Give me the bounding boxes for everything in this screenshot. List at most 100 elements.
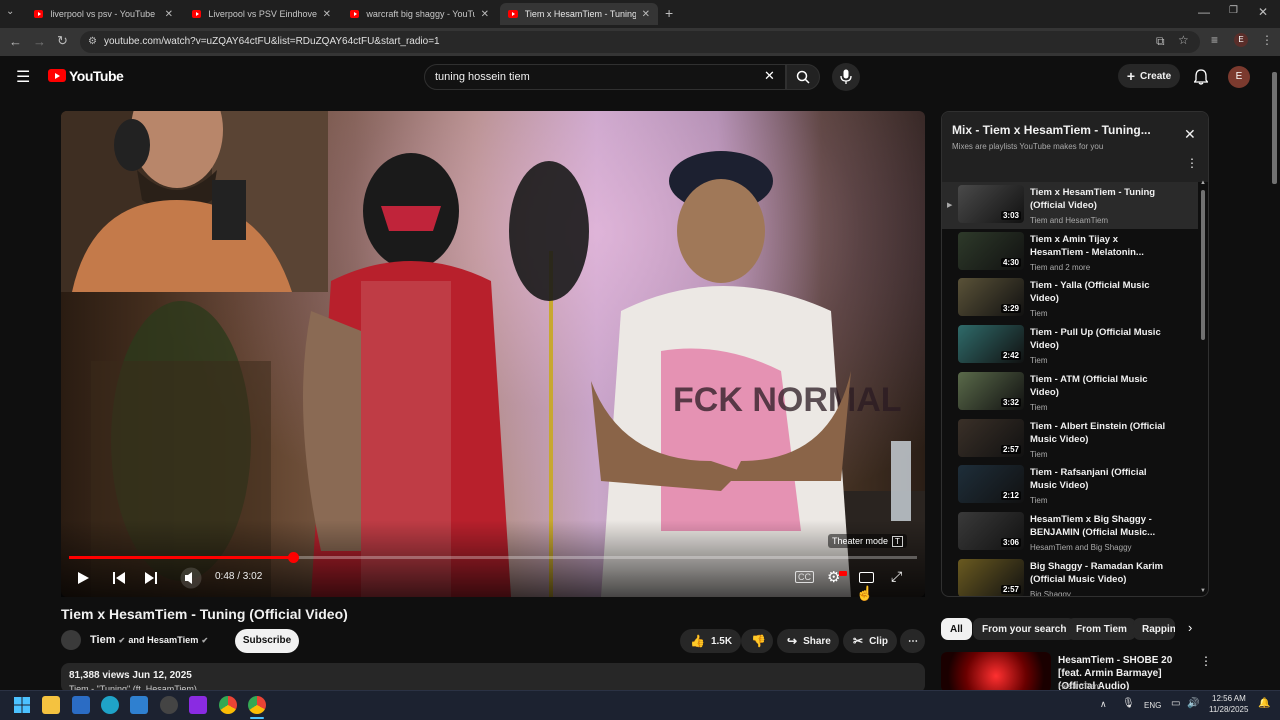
- install-app-icon[interactable]: ⧉: [1156, 34, 1165, 49]
- site-info-icon[interactable]: ⚙: [88, 36, 97, 47]
- playlist-thumbnail[interactable]: 2:57: [958, 418, 1024, 457]
- chrome-active-icon[interactable]: [248, 696, 266, 714]
- chips-next-icon[interactable]: ›: [1188, 620, 1192, 635]
- playlist-item[interactable]: 3:06 HesamTiem x Big Shaggy - BENJAMIN (O…: [942, 509, 1198, 556]
- tab-1[interactable]: Liverpool vs PSV Eindhoven 1-4✕: [184, 3, 339, 25]
- media-controls-icon[interactable]: ≡: [1211, 33, 1218, 47]
- visual-studio-code-icon[interactable]: [130, 696, 148, 714]
- account-avatar[interactable]: E: [1228, 66, 1250, 88]
- play-icon[interactable]: [76, 571, 90, 585]
- github-desktop-icon[interactable]: [160, 696, 178, 714]
- tab-3[interactable]: Tiem x HesamTiem - Tuning (O✕: [500, 3, 658, 25]
- playlist-item[interactable]: 2:57 Big Shaggy - Ramadan Karim (Official…: [942, 556, 1198, 596]
- recommended-thumbnail[interactable]: [941, 652, 1051, 692]
- voice-search-button[interactable]: [832, 63, 860, 91]
- channel-avatar[interactable]: [61, 630, 81, 650]
- playlist-item[interactable]: 2:42 Tiem - Pull Up (Official Music Video…: [942, 322, 1198, 369]
- playlist-thumbnail[interactable]: 3:29: [958, 278, 1024, 317]
- playlist-item-title[interactable]: HesamTiem x Big Shaggy - BENJAMIN (Offic…: [1030, 513, 1170, 539]
- close-playlist-icon[interactable]: ✕: [1184, 126, 1196, 143]
- tab-search-icon[interactable]: ⌄: [6, 6, 14, 17]
- profile-avatar[interactable]: E: [1234, 33, 1248, 47]
- scroll-up-arrow-icon[interactable]: ▲: [1200, 180, 1206, 186]
- fullscreen-icon[interactable]: ⤢: [891, 568, 902, 585]
- close-tab-icon[interactable]: ✕: [323, 9, 331, 20]
- new-tab-button[interactable]: +: [665, 5, 673, 21]
- playlist-more-icon[interactable]: ⋮: [1186, 156, 1198, 170]
- channel-primary[interactable]: Tiem: [90, 634, 115, 646]
- playlist-scrollbar[interactable]: [1201, 190, 1205, 340]
- tab-2[interactable]: warcraft big shaggy - YouTube✕: [342, 3, 497, 25]
- playlist-item[interactable]: 3:29 Tiem - Yalla (Official Music Video) T…: [942, 275, 1198, 322]
- playlist-thumbnail[interactable]: 2:42: [958, 325, 1024, 364]
- page-scrollbar[interactable]: [1272, 72, 1277, 184]
- channel-name[interactable]: Tiem ✔ and HesamTiem ✔: [90, 634, 208, 646]
- file-explorer-icon[interactable]: [42, 696, 60, 714]
- playlist-item-title[interactable]: Big Shaggy - Ramadan Karim (Official Mus…: [1030, 560, 1170, 586]
- playlist-item[interactable]: 3:32 Tiem - ATM (Official Music Video) Tie…: [942, 369, 1198, 416]
- playlist-item[interactable]: 2:57 Tiem - Albert Einstein (Official Mus…: [942, 416, 1198, 463]
- share-button[interactable]: ↪ Share: [777, 629, 839, 653]
- playlist-thumbnail[interactable]: 4:30: [958, 231, 1024, 270]
- playlist-item-title[interactable]: Tiem - Yalla (Official Music Video): [1030, 279, 1170, 305]
- progress-scrubber[interactable]: [287, 552, 299, 563]
- hamburger-menu-icon[interactable]: ☰: [16, 67, 30, 87]
- restore-icon[interactable]: ❐: [1229, 5, 1238, 16]
- channel-secondary[interactable]: and HesamTiem: [128, 635, 198, 645]
- search-button[interactable]: [786, 64, 820, 90]
- like-button[interactable]: 👍 1.5K: [680, 629, 741, 653]
- playlist-item[interactable]: 2:12 Tiem - Rafsanjani (Official Music Vi…: [942, 462, 1198, 509]
- youtube-logo-text[interactable]: YouTube: [69, 68, 124, 84]
- mail-icon[interactable]: [72, 696, 90, 714]
- playlist-thumbnail[interactable]: 2:12: [958, 465, 1024, 504]
- playlist-item-title[interactable]: Tiem - Rafsanjani (Official Music Video): [1030, 466, 1170, 492]
- playlist-title[interactable]: Mix - Tiem x HesamTiem - Tuning...: [952, 123, 1151, 137]
- rider-icon[interactable]: [189, 696, 207, 714]
- close-tab-icon[interactable]: ✕: [642, 9, 650, 20]
- bookmark-star-icon[interactable]: ☆: [1178, 33, 1189, 47]
- chip-all[interactable]: All: [941, 618, 972, 640]
- playlist-item-title[interactable]: Tiem x HesamTiem - Tuning (Official Vide…: [1030, 186, 1170, 212]
- chip-rapping[interactable]: Rapping: [1133, 618, 1175, 640]
- subtitles-icon[interactable]: CC: [795, 571, 814, 583]
- more-actions-button[interactable]: ⋯: [900, 629, 925, 653]
- back-icon[interactable]: ←: [9, 34, 22, 49]
- scroll-down-arrow-icon[interactable]: ▼: [1200, 588, 1206, 594]
- create-button[interactable]: + Create: [1118, 64, 1180, 88]
- reload-icon[interactable]: ↻: [57, 33, 68, 49]
- chrome-icon[interactable]: [219, 696, 237, 714]
- volume-tray-icon[interactable]: 🔊: [1187, 698, 1199, 709]
- playlist-thumbnail[interactable]: 3:32: [958, 371, 1024, 410]
- close-tab-icon[interactable]: ✕: [165, 9, 173, 20]
- notifications-bell-icon[interactable]: [1194, 69, 1208, 85]
- youtube-logo-icon[interactable]: [48, 69, 66, 82]
- forward-icon[interactable]: →: [33, 34, 46, 49]
- tray-overflow-icon[interactable]: ∧: [1100, 699, 1107, 710]
- dislike-button[interactable]: 👎: [741, 629, 773, 653]
- recommended-more-icon[interactable]: ⋮: [1200, 654, 1212, 668]
- playlist-item[interactable]: ▶ 3:03 Tiem x HesamTiem - Tuning (Official…: [942, 182, 1198, 229]
- chip-from-tiem[interactable]: From Tiem: [1067, 618, 1136, 640]
- playlist-item-title[interactable]: Tiem - ATM (Official Music Video): [1030, 373, 1170, 399]
- edge-icon[interactable]: [101, 696, 119, 714]
- playlist-item-title[interactable]: Tiem - Albert Einstein (Official Music V…: [1030, 420, 1170, 446]
- playlist-thumbnail[interactable]: 3:06: [958, 511, 1024, 550]
- minimize-icon[interactable]: —: [1198, 5, 1210, 19]
- microphone-tray-icon[interactable]: 🎙: [1122, 698, 1135, 709]
- windows-start-icon[interactable]: [14, 697, 30, 713]
- clock-time[interactable]: 12:56 AM: [1212, 694, 1246, 703]
- playlist-item[interactable]: 4:30 Tiem x Amin Tijay x HesamTiem - Mela…: [942, 229, 1198, 276]
- next-icon[interactable]: [144, 571, 158, 585]
- clip-button[interactable]: ✂ Clip: [843, 629, 897, 653]
- subscribe-button[interactable]: Subscribe: [235, 629, 299, 653]
- language-indicator[interactable]: ENG: [1144, 701, 1161, 710]
- playlist-thumbnail[interactable]: 2:57: [958, 558, 1024, 596]
- search-input[interactable]: tuning hossein tiem: [424, 64, 786, 90]
- browser-menu-icon[interactable]: ⋮: [1261, 33, 1273, 47]
- progress-bar[interactable]: [69, 552, 917, 563]
- clear-search-icon[interactable]: ✕: [764, 68, 775, 84]
- playlist-thumbnail[interactable]: 3:03: [958, 185, 1024, 223]
- playlist-item-title[interactable]: Tiem x Amin Tijay x HesamTiem - Melatoni…: [1030, 233, 1170, 259]
- playlist-item-title[interactable]: Tiem - Pull Up (Official Music Video): [1030, 326, 1170, 352]
- chip-from-your-search[interactable]: From your search: [973, 618, 1076, 640]
